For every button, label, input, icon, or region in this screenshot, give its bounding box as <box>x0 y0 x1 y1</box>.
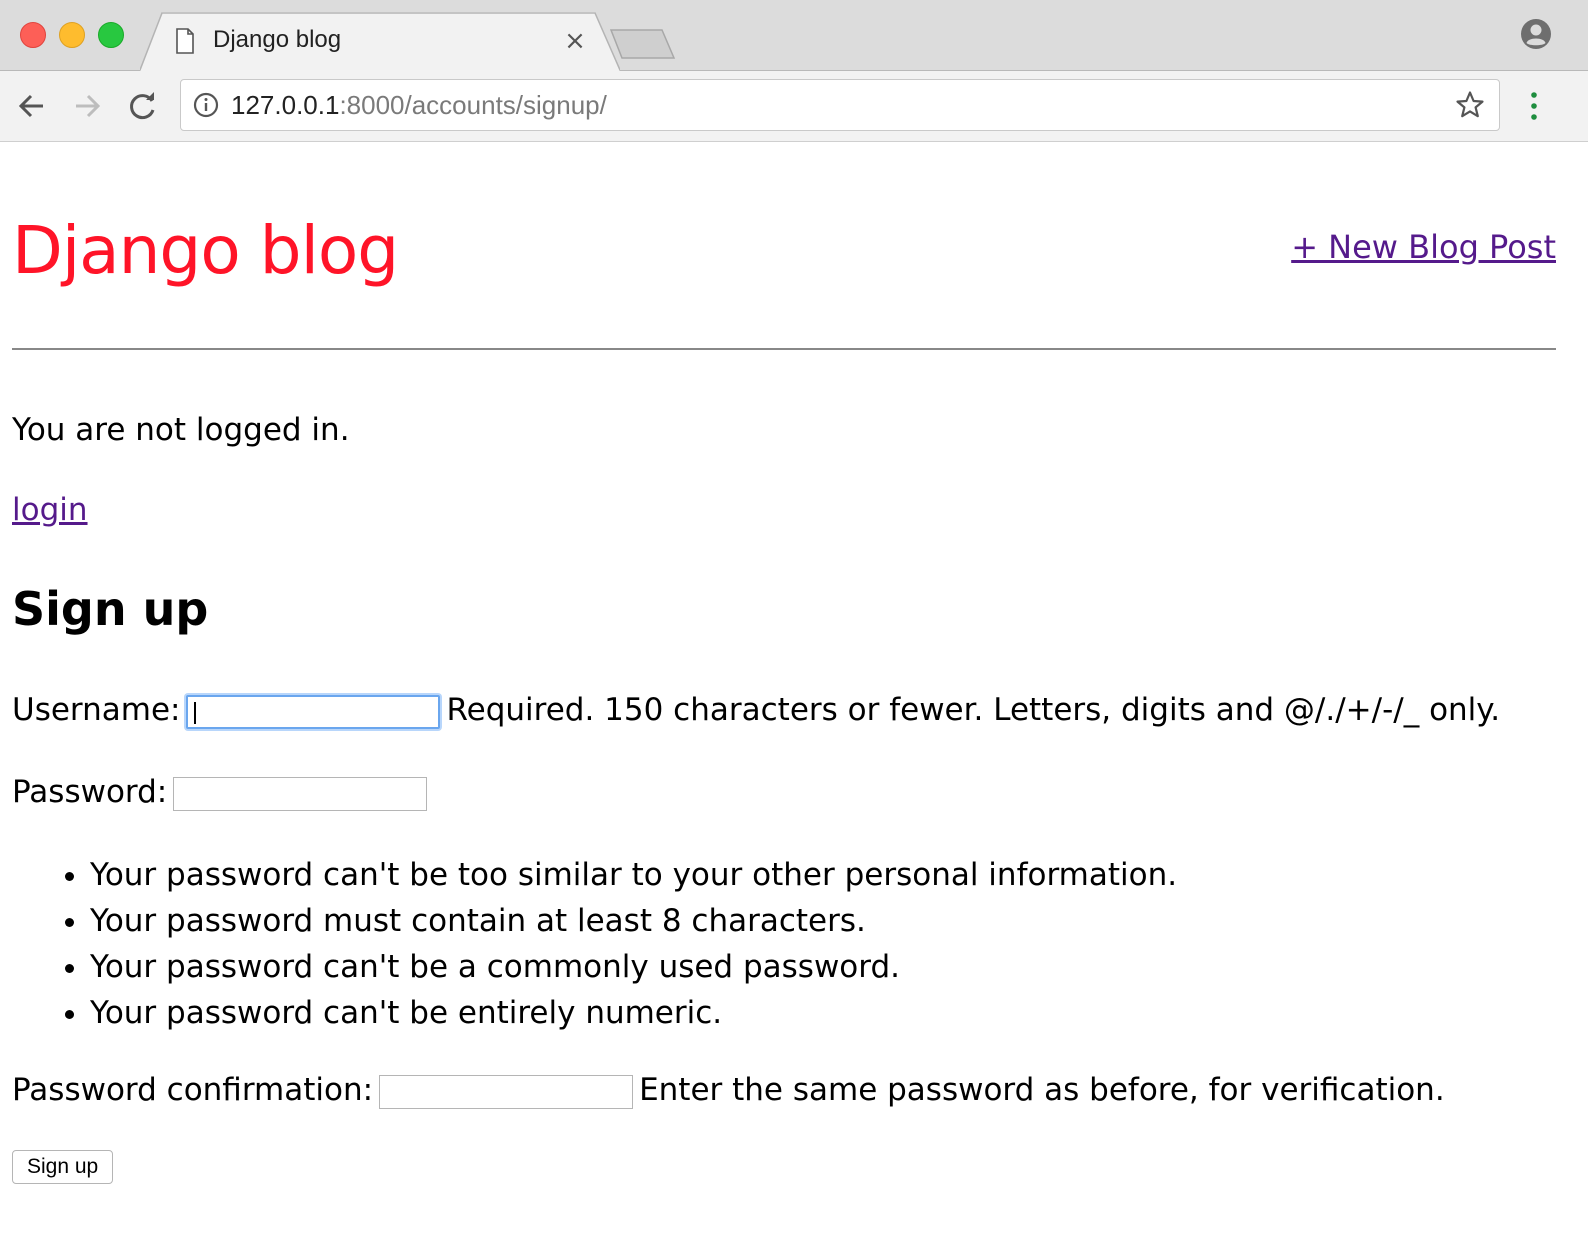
text-caret <box>194 701 197 724</box>
signup-heading: Sign up <box>12 582 209 636</box>
password-confirmation-row: Password confirmation: Enter the same pas… <box>12 1072 1445 1109</box>
username-label: Username: <box>12 692 181 728</box>
sign-up-button[interactable]: Sign up <box>12 1150 114 1184</box>
password-rule: Your password can't be entirely numeric. <box>90 990 1177 1036</box>
star-icon[interactable] <box>1455 90 1485 120</box>
info-icon[interactable] <box>193 92 219 118</box>
password-rule: Your password must contain at least 8 ch… <box>90 898 1177 944</box>
new-blog-post-link[interactable]: + New Blog Post <box>1291 228 1556 266</box>
username-help-text: Required. 150 characters or fewer. Lette… <box>446 692 1501 728</box>
tab-title: Django blog <box>213 26 342 53</box>
login-link[interactable]: login <box>12 492 88 528</box>
close-window-button[interactable] <box>20 22 46 48</box>
password-label: Password: <box>12 774 168 810</box>
password-confirmation-input[interactable] <box>379 1074 634 1109</box>
username-row: Username: Required. 150 characters or few… <box>12 692 1500 729</box>
header-divider <box>12 348 1556 350</box>
address-bar[interactable]: 127.0.0.1:8000/accounts/signup/ <box>180 79 1500 131</box>
password-row: Password: <box>12 774 433 811</box>
site-title[interactable]: Django blog <box>12 212 399 289</box>
password-input[interactable] <box>173 776 428 811</box>
reload-icon[interactable] <box>126 89 160 123</box>
profile-icon[interactable] <box>1520 18 1552 50</box>
back-arrow-icon[interactable] <box>15 89 49 123</box>
login-status-text: You are not logged in. <box>12 412 350 448</box>
password-rule: Your password can't be a commonly used p… <box>90 944 1177 990</box>
password-rules-list: Your password can't be too similar to yo… <box>12 852 1177 1036</box>
active-tab[interactable] <box>140 12 620 72</box>
page-icon <box>176 28 194 54</box>
zoom-window-button[interactable] <box>98 22 124 48</box>
minimize-window-button[interactable] <box>59 22 85 48</box>
password-confirmation-label: Password confirmation: <box>12 1072 374 1108</box>
url-text[interactable]: 127.0.0.1:8000/accounts/signup/ <box>231 90 607 121</box>
password-rule: Your password can't be too similar to yo… <box>90 852 1177 898</box>
forward-arrow-icon[interactable] <box>70 89 104 123</box>
username-input[interactable] <box>186 694 441 729</box>
browser-titlebar: Django blog × <box>0 0 1588 72</box>
password-confirmation-help-text: Enter the same password as before, for v… <box>639 1072 1445 1108</box>
close-icon[interactable]: × <box>562 28 588 54</box>
browser-toolbar: 127.0.0.1:8000/accounts/signup/ <box>0 71 1588 142</box>
menu-dots-icon[interactable] <box>1524 89 1544 123</box>
url-host: 127.0.0.1 <box>231 90 340 120</box>
new-tab-button[interactable] <box>610 28 676 60</box>
url-path: :8000/accounts/signup/ <box>339 90 607 120</box>
